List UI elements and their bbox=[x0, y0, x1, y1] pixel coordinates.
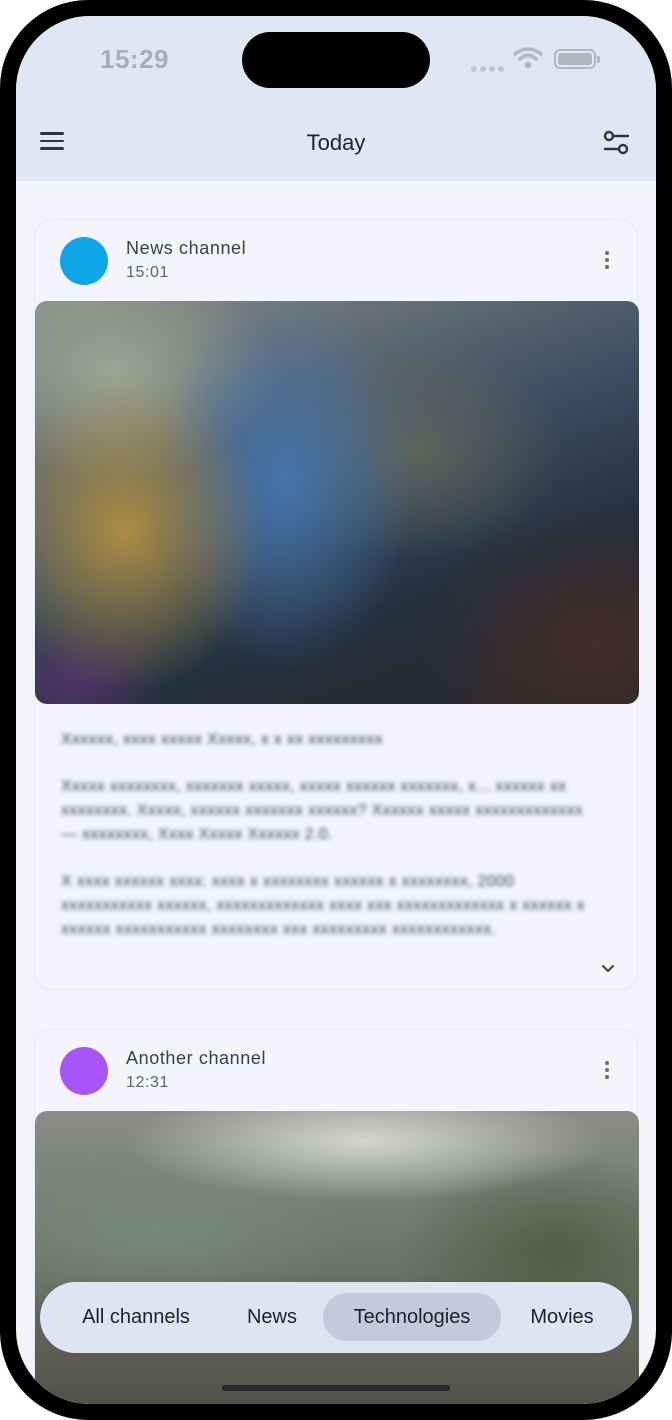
cellular-signal-icon bbox=[471, 59, 507, 77]
more-vertical-icon[interactable] bbox=[603, 1061, 611, 1083]
screen: 15:29 Today News channel 15:01 Xxxxxx, x… bbox=[16, 16, 656, 1404]
home-indicator[interactable] bbox=[222, 1385, 450, 1391]
chip-news[interactable]: News bbox=[230, 1293, 314, 1341]
post-body: Xxxxxx, xxxx xxxxx Xxxxx, x x xx xxxxxxx… bbox=[61, 728, 597, 965]
chip-all-channels[interactable]: All channels bbox=[54, 1293, 218, 1341]
post-time: 12:31 bbox=[126, 1074, 170, 1091]
more-vertical-icon[interactable] bbox=[603, 251, 611, 273]
top-app-bar: 15:29 Today bbox=[16, 16, 656, 181]
channel-name[interactable]: News channel bbox=[126, 238, 246, 259]
wifi-icon bbox=[513, 46, 543, 75]
channel-filter-bar: All channels News Technologies Movies bbox=[40, 1282, 632, 1353]
battery-icon bbox=[554, 49, 600, 69]
dynamic-island bbox=[242, 32, 430, 88]
status-time: 15:29 bbox=[100, 44, 169, 74]
avatar[interactable] bbox=[60, 237, 108, 285]
page-title: Today bbox=[306, 130, 366, 155]
avatar[interactable] bbox=[60, 1047, 108, 1095]
chip-technologies[interactable]: Technologies bbox=[323, 1293, 501, 1341]
post-time: 15:01 bbox=[126, 264, 170, 281]
post-paragraph: Xxxxxx, xxxx xxxxx Xxxxx, x x xx xxxxxxx… bbox=[61, 731, 383, 748]
chevron-down-icon[interactable] bbox=[600, 962, 616, 974]
filter-settings-icon[interactable] bbox=[602, 128, 632, 158]
channel-name[interactable]: Another channel bbox=[126, 1048, 266, 1069]
post-image[interactable] bbox=[35, 301, 639, 704]
post-paragraph: X xxxx xxxxxx xxxx: xxxx x xxxxxxxx xxxx… bbox=[61, 873, 586, 938]
chip-movies[interactable]: Movies bbox=[512, 1293, 612, 1341]
post-image[interactable] bbox=[35, 1111, 639, 1404]
post-paragraph: Xxxxx xxxxxxxx, xxxxxxx xxxxx, xxxxx xxx… bbox=[61, 778, 584, 843]
phone-frame: 15:29 Today News channel 15:01 Xxxxxx, x… bbox=[0, 0, 672, 1420]
post-card: News channel 15:01 Xxxxxx, xxxx xxxxx Xx… bbox=[34, 219, 639, 990]
